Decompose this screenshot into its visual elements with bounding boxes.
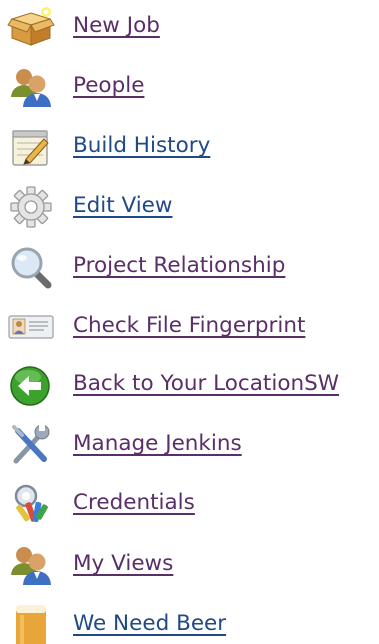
task-check-file-fingerprint[interactable]: Check File Fingerprint: [0, 300, 379, 354]
task-link-people[interactable]: People: [73, 72, 144, 100]
task-link-new-job[interactable]: New Job: [73, 12, 160, 40]
people-icon: [11, 547, 51, 585]
task-project-relationship[interactable]: Project Relationship: [0, 240, 379, 294]
task-new-job[interactable]: New Job: [0, 0, 379, 54]
keys-icon: [14, 484, 48, 523]
magnifier-icon: [11, 247, 52, 289]
task-we-need-beer[interactable]: We Need Beer: [0, 598, 379, 644]
task-credentials[interactable]: Credentials: [0, 477, 379, 531]
task-manage-jenkins[interactable]: Manage Jenkins: [0, 418, 379, 472]
task-menu: New Job People Build History Edit View P…: [0, 0, 379, 644]
tools-icon: [12, 424, 50, 464]
task-link-we-need-beer[interactable]: We Need Beer: [73, 610, 226, 638]
task-link-edit-view[interactable]: Edit View: [73, 192, 173, 220]
beer-icon: [16, 605, 46, 644]
task-link-check-file-fingerprint[interactable]: Check File Fingerprint: [73, 312, 305, 340]
people-icon: [11, 69, 51, 107]
task-link-credentials[interactable]: Credentials: [73, 489, 195, 517]
gear-icon: [10, 186, 52, 228]
notepad-icon: [12, 130, 49, 166]
task-build-history[interactable]: Build History: [0, 120, 379, 174]
task-link-my-views[interactable]: My Views: [73, 550, 173, 578]
new-package-icon: [7, 7, 55, 46]
fingerprint-card-icon: [8, 315, 54, 339]
task-link-back-to-location[interactable]: Back to Your LocationSW: [73, 370, 339, 398]
back-arrow-icon: [10, 366, 50, 406]
task-link-manage-jenkins[interactable]: Manage Jenkins: [73, 430, 242, 458]
task-link-project-relationship[interactable]: Project Relationship: [73, 252, 285, 280]
task-my-views[interactable]: My Views: [0, 538, 379, 592]
task-edit-view[interactable]: Edit View: [0, 180, 379, 234]
task-people[interactable]: People: [0, 60, 379, 114]
task-link-build-history[interactable]: Build History: [73, 132, 210, 160]
task-back-to-location[interactable]: Back to Your LocationSW: [0, 358, 379, 412]
